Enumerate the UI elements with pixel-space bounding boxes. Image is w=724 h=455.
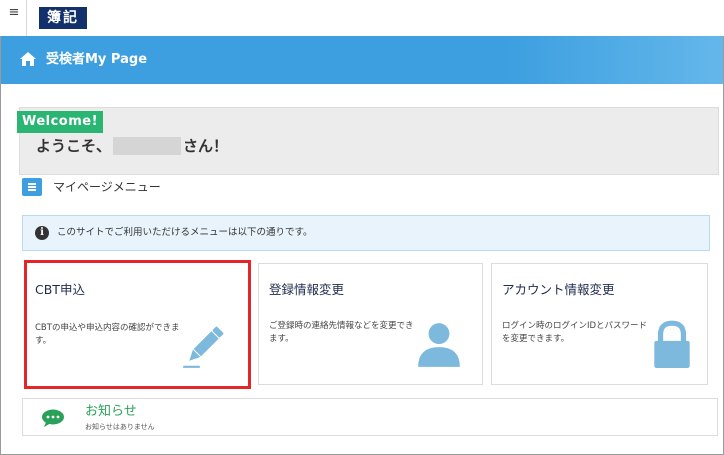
card-description: ログイン時のログインIDとパスワードを変更できます。 (502, 321, 648, 344)
site-logo[interactable]: 簿記 (39, 7, 87, 29)
home-icon (20, 52, 36, 66)
notice-subtitle: お知らせはありません (85, 423, 155, 431)
list-icon (22, 178, 42, 196)
page-title: 受検者My Page (46, 52, 148, 67)
lock-icon (654, 320, 690, 368)
card-title: 登録情報変更 (269, 282, 345, 297)
hamburger-icon[interactable]: ≡ (6, 5, 22, 21)
user-icon (418, 323, 460, 367)
notice-title[interactable]: お知らせ (85, 404, 137, 420)
top-bar: ≡ 簿記 (0, 0, 724, 36)
card-title: CBT申込 (35, 282, 85, 297)
menu-section-title: マイページメニュー (53, 180, 161, 194)
card-description: ご登録時の連絡先情報などを変更できます。 (269, 321, 414, 344)
card-registration-change[interactable]: 登録情報変更 ご登録時の連絡先情報などを変更できます。 (258, 263, 483, 385)
info-icon: i (35, 226, 49, 240)
greeting: ようこそ、 さん！ (36, 137, 228, 155)
pencil-icon (183, 326, 224, 368)
page-banner: 受検者My Page (1, 36, 723, 84)
welcome-badge: Welcome! (17, 111, 103, 133)
chat-icon (42, 409, 64, 427)
card-description: CBTの申込や申込内容の確認ができます。 (35, 323, 180, 346)
notice-panel[interactable]: お知らせ お知らせはありません (22, 398, 718, 436)
greeting-suffix: さん！ (183, 137, 229, 155)
topbar-divider (26, 0, 27, 36)
redacted-username (113, 137, 182, 155)
info-text: このサイトでご利用いただけるメニューは以下の通りです。 (57, 227, 313, 238)
greeting-prefix: ようこそ、 (36, 137, 112, 155)
card-cbt-application[interactable]: CBT申込 CBTの申込や申込内容の確認ができます。 (24, 260, 251, 389)
card-account-change[interactable]: アカウント情報変更 ログイン時のログインIDとパスワードを変更できます。 (491, 263, 708, 385)
info-box: i このサイトでご利用いただけるメニューは以下の通りです。 (22, 215, 710, 251)
card-title: アカウント情報変更 (502, 282, 615, 297)
